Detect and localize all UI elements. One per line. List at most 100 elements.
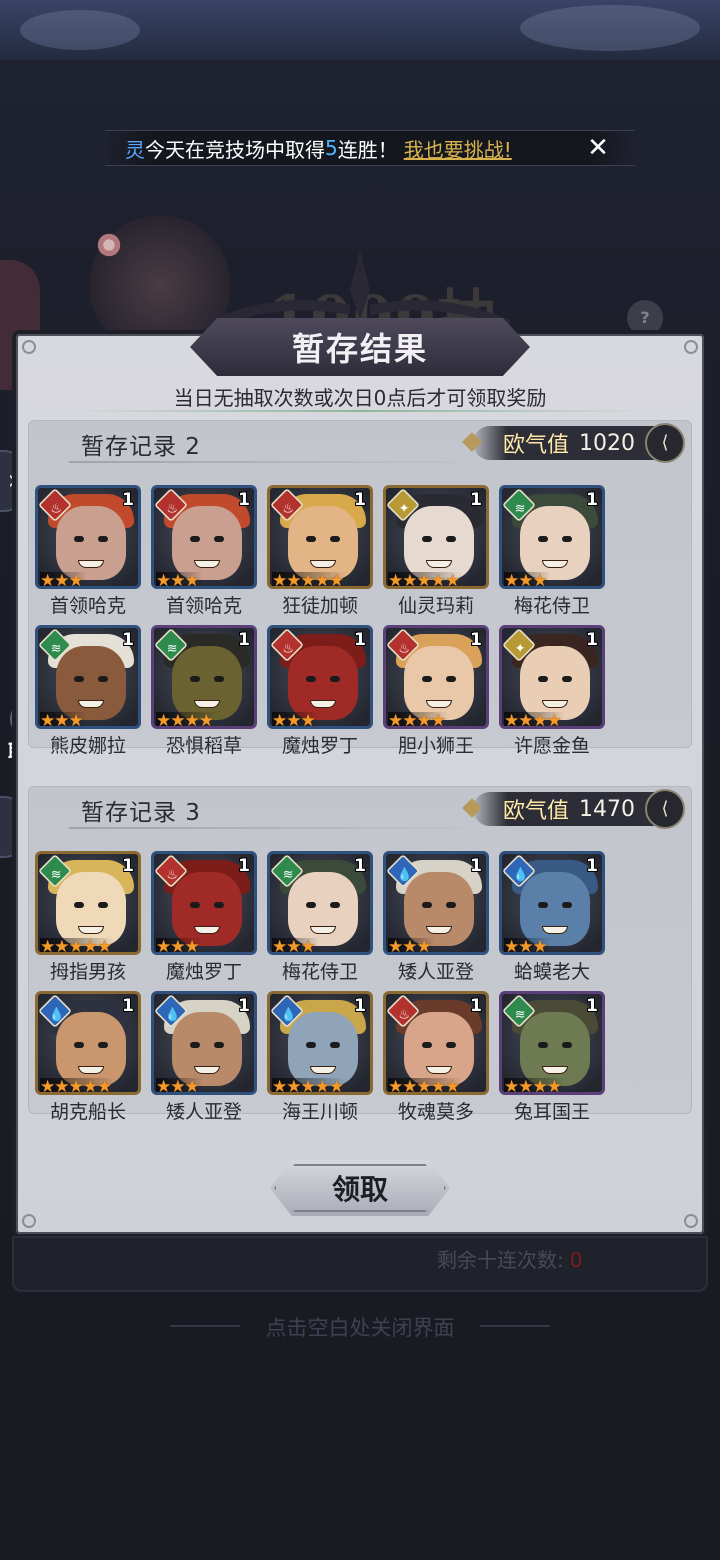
hero-face <box>56 646 126 720</box>
close-icon[interactable]: ✕ <box>585 135 611 161</box>
hero-mouth <box>426 700 452 708</box>
claim-notice: 当日无抽取次数或次日0点后才可领取奖励 <box>173 386 547 410</box>
challenge-link[interactable]: 我也要挑战! <box>404 134 512 163</box>
star-icon: ★ <box>416 711 432 729</box>
hero-level: 1 <box>122 996 134 1016</box>
hero-card[interactable]: ≋ 1 ★ ★ ★ 梅花侍卫 <box>499 485 605 619</box>
hero-card[interactable]: ♨ 1 ★ ★ ★ ★ 胆小狮王 <box>383 625 489 759</box>
star-icon: ★ <box>286 571 302 589</box>
hero-level: 1 <box>470 490 482 510</box>
hero-portrait: ≋ 1 ★ ★ ★ ★ <box>499 991 605 1095</box>
hero-portrait: ✦ 1 ★ ★ ★ ★ <box>499 625 605 729</box>
star-icon: ★ <box>402 711 418 729</box>
star-icon: ★ <box>546 711 562 729</box>
hero-card[interactable]: ≋ 1 ★ ★ ★ 梅花侍卫 <box>267 851 373 985</box>
hero-level: 1 <box>586 630 598 650</box>
hero-face <box>56 872 126 946</box>
star-icon: ★ <box>314 1077 330 1095</box>
hero-eye <box>98 902 108 908</box>
hero-eye <box>74 1042 84 1048</box>
corner-ornament <box>684 1214 698 1228</box>
hero-face <box>288 646 358 720</box>
hero-card[interactable]: ≋ 1 ★ ★ ★ ★ 恐惧稻草 <box>151 625 257 759</box>
luck-meter: 欧气值 1470 ⟨ <box>455 789 685 829</box>
hero-card[interactable]: 💧 1 ★ ★ ★ ★ ★ 海王川顿 <box>267 991 373 1125</box>
star-icon: ★ <box>54 937 70 955</box>
divider <box>69 461 489 463</box>
hero-name: 胆小狮王 <box>397 735 474 757</box>
share-icon[interactable]: ⟨ <box>645 789 685 829</box>
hero-name: 胡克船长 <box>49 1101 126 1123</box>
star-icon: ★ <box>54 1077 70 1095</box>
star-icon: ★ <box>300 1077 316 1095</box>
hero-eye <box>74 676 84 682</box>
hero-card[interactable]: ✦ 1 ★ ★ ★ ★ 许愿金鱼 <box>499 625 605 759</box>
hero-portrait: 💧 1 ★ ★ ★ <box>151 991 257 1095</box>
hero-card[interactable]: 💧 1 ★ ★ ★ ★ ★ 胡克船长 <box>35 991 141 1125</box>
fire-glyph-icon: ♨ <box>50 500 62 516</box>
hero-eye <box>190 902 200 908</box>
water-glyph-icon: 💧 <box>48 1006 65 1022</box>
hero-portrait: ≋ 1 ★ ★ ★ <box>35 625 141 729</box>
hero-card[interactable]: ≋ 1 ★ ★ ★ ★ 兔耳国王 <box>499 991 605 1125</box>
star-icon: ★ <box>518 937 534 955</box>
hero-card[interactable]: ♨ 1 ★ ★ ★ 魔烛罗丁 <box>267 625 373 759</box>
hero-name: 拇指男孩 <box>49 961 126 983</box>
star-icon: ★ <box>546 1077 562 1095</box>
hero-card[interactable]: ♨ 1 ★ ★ ★ ★ ★ 牧魂莫多 <box>383 991 489 1125</box>
top-scene-strip <box>0 0 720 60</box>
hero-portrait: ≋ 1 ★ ★ ★ <box>499 485 605 589</box>
star-icon: ★ <box>156 711 172 729</box>
star-icon: ★ <box>272 571 288 589</box>
hero-face <box>520 872 590 946</box>
hero-card[interactable]: 💧 1 ★ ★ ★ 蛤蟆老大 <box>499 851 605 985</box>
star-icon: ★ <box>82 937 98 955</box>
star-icon: ★ <box>430 711 446 729</box>
hero-eye <box>306 1042 316 1048</box>
star-icon: ★ <box>286 1077 302 1095</box>
share-icon[interactable]: ⟨ <box>645 423 685 463</box>
star-icon: ★ <box>156 1077 172 1095</box>
hero-face <box>172 1012 242 1086</box>
hero-eye <box>538 902 548 908</box>
star-icon: ★ <box>68 711 84 729</box>
water-glyph-icon: 💧 <box>164 1006 181 1022</box>
record-section: 暂存记录 3 欧气值 1470 ⟨ ≋ 1 ★ ★ ★ ★ ★ 拇指男孩 ♨ 1 ★ ★ ★ 魔烛罗丁 ≋ 1… <box>28 786 692 1123</box>
star-icon: ★ <box>416 1077 432 1095</box>
hero-mouth <box>426 1066 452 1074</box>
hero-face <box>520 506 590 580</box>
star-icon: ★ <box>388 937 404 955</box>
hero-card[interactable]: 💧 1 ★ ★ ★ 矮人亚登 <box>151 991 257 1125</box>
star-icon: ★ <box>532 1077 548 1095</box>
close-hint: 点击空白处关闭界面 <box>265 1316 455 1340</box>
star-icon: ★ <box>156 571 172 589</box>
star-icon: ★ <box>430 571 446 589</box>
hero-name: 许愿金鱼 <box>513 735 590 757</box>
hero-eye <box>538 676 548 682</box>
hero-card[interactable]: ≋ 1 ★ ★ ★ ★ ★ 拇指男孩 <box>35 851 141 985</box>
hero-name: 首领哈克 <box>165 595 242 617</box>
fire-glyph-icon: ♨ <box>282 640 294 656</box>
hero-card[interactable]: ♨ 1 ★ ★ ★ 首领哈克 <box>151 485 257 619</box>
hero-stars: ★ ★ ★ ★ <box>504 1077 565 1095</box>
star-icon: ★ <box>329 571 345 589</box>
hero-card[interactable]: 💧 1 ★ ★ ★ 矮人亚登 <box>383 851 489 985</box>
title-plaque: 暂存结果 <box>190 318 530 376</box>
hero-portrait: 💧 1 ★ ★ ★ ★ ★ <box>267 991 373 1095</box>
hero-level: 1 <box>122 490 134 510</box>
hero-card[interactable]: ♨ 1 ★ ★ ★ 魔烛罗丁 <box>151 851 257 985</box>
hero-card[interactable]: ♨ 1 ★ ★ ★ 首领哈克 <box>35 485 141 619</box>
star-icon: ★ <box>156 937 172 955</box>
wind-glyph-icon: ≋ <box>50 640 62 656</box>
hero-card[interactable]: ≋ 1 ★ ★ ★ 熊皮娜拉 <box>35 625 141 759</box>
hero-eye <box>538 1042 548 1048</box>
hero-mouth <box>310 560 336 568</box>
star-icon: ★ <box>184 1077 200 1095</box>
hero-card[interactable]: ♨ 1 ★ ★ ★ ★ ★ 狂徒加顿 <box>267 485 373 619</box>
hero-level: 1 <box>354 996 366 1016</box>
star-icon: ★ <box>388 571 404 589</box>
hero-level: 1 <box>354 630 366 650</box>
hero-card[interactable]: ✦ 1 ★ ★ ★ ★ ★ 仙灵玛莉 <box>383 485 489 619</box>
luck-value: 1470 <box>579 796 636 822</box>
star-icon: ★ <box>272 711 288 729</box>
